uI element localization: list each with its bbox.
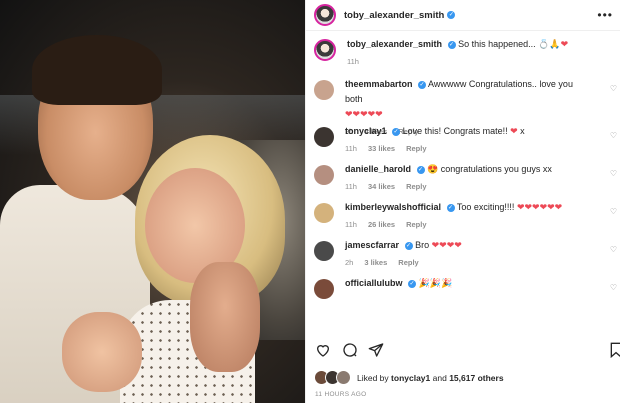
- comment-text: 🎉🎉🎉: [418, 278, 453, 288]
- comment-body: kimberleywalshofficial ✓ Too exciting!!!…: [345, 200, 575, 238]
- reply-button[interactable]: Reply: [398, 258, 418, 267]
- comment-username[interactable]: jamescfarrar: [345, 240, 399, 250]
- comment-likes[interactable]: 26 likes: [368, 220, 395, 229]
- liked-by-user[interactable]: tonyclay1: [391, 373, 430, 383]
- caption-time: 11h: [347, 57, 359, 66]
- comment-meta: 2h 3 likes Reply: [345, 255, 575, 270]
- comment-meta: 11h 33 likes Reply: [345, 141, 575, 156]
- comment-item: officiallulubw ✓ 🎉🎉🎉 ♡: [306, 276, 620, 314]
- comment-username[interactable]: danielle_harold: [345, 164, 411, 174]
- caption-meta: 11h: [347, 54, 577, 69]
- caption-avatar[interactable]: [314, 39, 336, 61]
- post-timestamp[interactable]: 11 HOURS AGO: [315, 391, 367, 398]
- comment-item: kimberleywalshofficial ✓ Too exciting!!!…: [306, 200, 620, 238]
- comment-username[interactable]: tonyclay1: [345, 126, 387, 136]
- liked-by-prefix: Liked by: [357, 372, 389, 383]
- comment-meta: [345, 293, 575, 308]
- liked-by-count[interactable]: 15,617 others: [449, 373, 503, 383]
- bookmark-icon[interactable]: [608, 342, 620, 358]
- comment-likes[interactable]: 33 likes: [368, 144, 395, 153]
- verified-badge-icon: ✓: [416, 165, 425, 174]
- comment-item: jamescfarrar ✓ Bro ❤❤❤❤ 2h 3 likes Reply ♡: [306, 238, 620, 276]
- caption-emojis: 💍🙏❤: [538, 39, 569, 49]
- comments-list[interactable]: toby_alexander_smith ✓ So this happened.…: [306, 37, 620, 333]
- post-header: toby_alexander_smith ✓ •••: [306, 0, 620, 31]
- photo-ring-hand: [62, 312, 142, 392]
- share-icon[interactable]: [368, 342, 384, 358]
- reply-button[interactable]: Reply: [406, 144, 426, 153]
- commenter-avatar[interactable]: [314, 80, 334, 100]
- comment-time: 2h: [345, 258, 354, 267]
- post-caption: toby_alexander_smith ✓ So this happened.…: [306, 37, 620, 77]
- comment-likes[interactable]: 34 likes: [368, 182, 395, 191]
- verified-badge-icon: ✓: [446, 203, 455, 212]
- author-username[interactable]: toby_alexander_smith: [344, 10, 444, 21]
- caption-username[interactable]: toby_alexander_smith: [347, 39, 442, 49]
- commenter-avatar[interactable]: [314, 127, 334, 147]
- liker-avatar[interactable]: [336, 370, 351, 385]
- caption-body: toby_alexander_smith ✓ So this happened.…: [347, 37, 577, 77]
- photo-man-hair: [32, 35, 162, 105]
- commenter-avatar[interactable]: [314, 279, 334, 299]
- reply-button[interactable]: Reply: [406, 182, 426, 191]
- caption-text: So this happened...: [458, 39, 536, 49]
- commenter-avatar[interactable]: [314, 165, 334, 185]
- liked-by-row: Liked by tonyclay1 and 15,617 others: [314, 370, 504, 385]
- verified-badge-icon: ✓: [447, 11, 456, 19]
- comment-username[interactable]: theemmabarton: [345, 79, 413, 89]
- comment-username[interactable]: kimberleywalshofficial: [345, 202, 441, 212]
- comment-like-heart-icon[interactable]: ♡: [610, 283, 617, 292]
- liked-by-and: and: [432, 372, 447, 383]
- action-bar: [306, 340, 620, 360]
- comment-like-heart-icon[interactable]: ♡: [610, 207, 617, 216]
- comment-body: danielle_harold ✓ 😍 congratulations you …: [345, 162, 575, 200]
- comment-meta: 11h 34 likes Reply: [345, 179, 575, 194]
- comment-item: tonyclay1 ✓ Love this! Congrats mate!! ❤…: [306, 124, 620, 162]
- comment-text: Too exciting!!!! ❤❤❤❤❤❤: [456, 202, 563, 212]
- post-side-panel: toby_alexander_smith ✓ ••• toby_alexande…: [305, 0, 620, 403]
- verified-badge-icon: ✓: [418, 80, 427, 89]
- verified-badge-icon: ✓: [404, 241, 413, 250]
- commenter-avatar[interactable]: [314, 241, 334, 261]
- comment-body: officiallulubw ✓ 🎉🎉🎉: [345, 276, 575, 314]
- more-icon[interactable]: •••: [597, 8, 613, 22]
- comment-username[interactable]: officiallulubw: [345, 278, 403, 288]
- comment-meta: 11h 26 likes Reply: [345, 217, 575, 232]
- comment-time: 11h: [345, 144, 357, 153]
- verified-badge-icon: ✓: [392, 127, 401, 136]
- comment-time: 11h: [345, 220, 357, 229]
- heart-icon[interactable]: [315, 342, 331, 358]
- verified-badge-icon: ✓: [408, 279, 417, 288]
- comment-body: jamescfarrar ✓ Bro ❤❤❤❤ 2h 3 likes Reply: [345, 238, 575, 276]
- post-photo[interactable]: [0, 0, 305, 403]
- comment-text-line2: ❤❤❤❤❤: [345, 109, 383, 119]
- verified-badge-icon: ✓: [447, 40, 456, 49]
- comment-like-heart-icon[interactable]: ♡: [610, 131, 617, 140]
- commenter-avatar[interactable]: [314, 203, 334, 223]
- comment-text: Bro ❤❤❤❤: [415, 240, 462, 250]
- photo-arm: [190, 262, 260, 372]
- comment-text: 😍 congratulations you guys xx: [427, 164, 552, 174]
- comment-body: theemmabarton ✓ Awwwww Congratulations..…: [345, 77, 575, 136]
- comment-text: Love this! Congrats mate!! ❤ x: [402, 126, 525, 136]
- comment-icon[interactable]: [342, 342, 358, 358]
- reply-button[interactable]: Reply: [406, 220, 426, 229]
- comment-time: 11h: [345, 182, 357, 191]
- comment-body: tonyclay1 ✓ Love this! Congrats mate!! ❤…: [345, 124, 575, 162]
- comment-item: theemmabarton ✓ Awwwww Congratulations..…: [306, 77, 620, 136]
- comment-like-heart-icon[interactable]: ♡: [610, 169, 617, 178]
- comment-like-heart-icon[interactable]: ♡: [610, 245, 617, 254]
- comment-like-heart-icon[interactable]: ♡: [610, 84, 617, 93]
- author-avatar[interactable]: [314, 4, 336, 26]
- comment-likes[interactable]: 3 likes: [364, 258, 387, 267]
- comment-item: danielle_harold ✓ 😍 congratulations you …: [306, 162, 620, 200]
- liked-by-avatars: [314, 370, 351, 385]
